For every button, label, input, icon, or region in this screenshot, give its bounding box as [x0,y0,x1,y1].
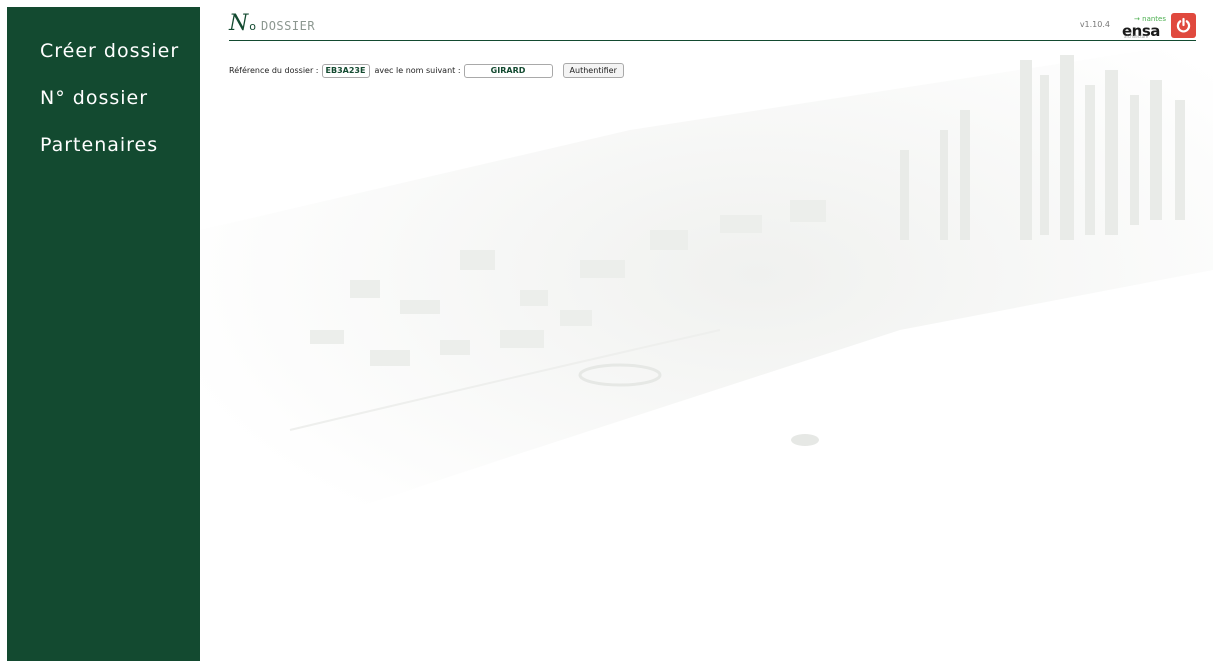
sidebar-item-partenaires[interactable]: Partenaires [7,129,200,176]
reference-field[interactable]: EB3A23E [321,63,370,78]
logo-sub-text: architecture [1124,34,1149,39]
version-label: v1.10.4 [1079,20,1110,29]
name-label: avec le nom suivant : [374,66,461,75]
page-title: N o DOSSIER [229,12,315,40]
sidebar-item-creer-dossier[interactable]: Créer dossier [7,35,200,82]
city-background-image [200,0,1213,661]
power-icon [1176,17,1191,33]
name-field[interactable]: GIRARD [463,63,553,78]
logout-button[interactable] [1171,13,1196,38]
ensa-nantes-logo: → nantes ensa architecture [1122,15,1166,40]
page-header: N o DOSSIER v1.10.4 → nantes ensa archit… [229,12,1196,41]
sidebar-nav: Créer dossier N° dossier Partenaires [7,7,200,661]
title-number-superscript: o [249,20,256,33]
authentication-form: Référence du dossier : EB3A23E avec le n… [229,63,624,78]
sidebar-item-numero-dossier[interactable]: N° dossier [7,82,200,129]
main-content: N o DOSSIER v1.10.4 → nantes ensa archit… [200,0,1213,661]
title-number-glyph: N [229,11,249,36]
reference-label: Référence du dossier : [229,66,319,75]
authenticate-button[interactable]: Authentifier [562,63,624,78]
title-text: DOSSIER [260,19,316,33]
